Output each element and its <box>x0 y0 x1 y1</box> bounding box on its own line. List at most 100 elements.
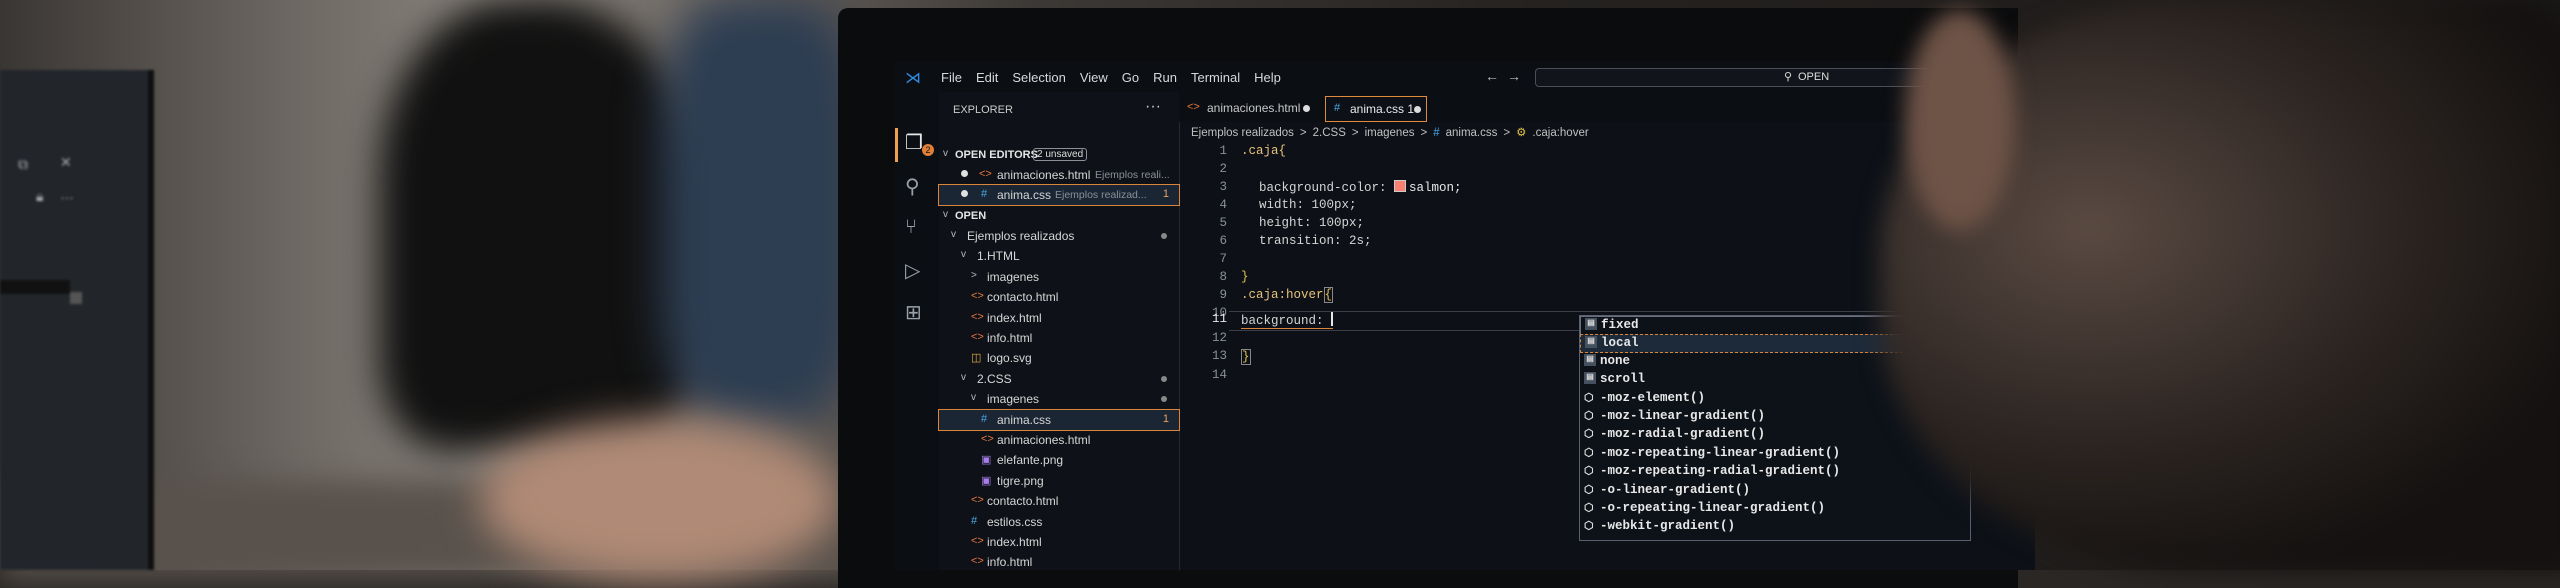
menu-terminal[interactable]: Terminal <box>1191 70 1240 85</box>
code-line: height: 100px; <box>1259 216 1365 230</box>
suggestion-item[interactable]: ⬡ -moz-repeating-linear-gradient() <box>1580 445 1968 462</box>
file-item[interactable]: ▣ tigre.png <box>939 471 1179 491</box>
unsaved-dot-icon[interactable] <box>1414 106 1421 113</box>
line-number: 14 <box>1211 367 1227 382</box>
function-icon: ⬡ <box>1584 411 1594 423</box>
breadcrumb-item[interactable]: anima.css <box>1446 127 1498 139</box>
source-control-icon[interactable]: ⑂ <box>905 216 917 239</box>
problem-count: 1 <box>1162 188 1169 200</box>
folder-item[interactable]: v 1.HTML <box>939 246 1179 266</box>
open-editor-path: Ejemplos reali... <box>1095 169 1170 181</box>
suggestion-label: -moz-repeating-radial-gradient() <box>1600 464 1841 479</box>
more-actions-icon[interactable]: ··· <box>1145 98 1161 116</box>
breadcrumb-item[interactable]: Ejemplos realizados <box>1191 127 1294 139</box>
back-arrow-icon[interactable]: ← <box>1485 68 1507 84</box>
line-number: 8 <box>1219 270 1227 284</box>
secondary-monitor: ⧉ ✕ 🔒︎ … <box>0 70 154 570</box>
suggestion-item[interactable]: ⬡ -webkit-gradient() <box>1580 518 1968 535</box>
menu-view[interactable]: View <box>1080 70 1108 85</box>
vscode-logo-icon: ⋊ <box>905 70 921 87</box>
file-item[interactable]: <> info.html <box>939 328 1179 348</box>
forward-arrow-icon[interactable]: → <box>1507 68 1529 84</box>
file-item[interactable]: <> index.html <box>939 532 1179 552</box>
file-item[interactable]: ▣ elefante.png <box>939 450 1179 470</box>
tab-anima-css[interactable]: # anima.css 1 <box>1325 96 1427 122</box>
unsaved-dot-icon <box>961 190 968 197</box>
line-number: 3 <box>1219 180 1227 194</box>
code-line: background-color: salmon; <box>1259 180 1462 195</box>
breadcrumb-item[interactable]: .caja:hover <box>1532 127 1588 139</box>
explorer-files-icon[interactable]: ❐ <box>905 130 923 155</box>
suggestion-label: scroll <box>1600 372 1646 387</box>
more-icon: … <box>60 186 74 202</box>
folder-item[interactable]: v 2.CSS <box>939 369 1179 389</box>
css-file-icon: # <box>971 514 978 527</box>
suggestion-label: -o-repeating-linear-gradient() <box>1600 501 1826 515</box>
selector-symbol-icon: ⚙ <box>1516 127 1527 139</box>
tab-animaciones-html[interactable]: <> animaciones.html <box>1179 96 1321 120</box>
secondary-square <box>70 292 82 304</box>
open-editor-item[interactable]: <> animaciones.html Ejemplos reali... <box>939 165 1179 185</box>
menu-help[interactable]: Help <box>1254 70 1281 85</box>
folder-item[interactable]: v Ejemplos realizados <box>939 226 1179 246</box>
code-line: } <box>1241 349 1251 365</box>
suggestion-item[interactable]: ⬡ -moz-repeating-radial-gradient() <box>1580 463 1968 480</box>
menu-run[interactable]: Run <box>1153 70 1177 85</box>
function-icon: ⬡ <box>1584 503 1594 515</box>
chevron-down-icon[interactable]: v <box>943 148 948 159</box>
file-item[interactable]: <> animaciones.html <box>939 430 1179 450</box>
problem-count: 1 <box>1162 412 1169 425</box>
folder-item[interactable]: > imagenes <box>939 267 1179 287</box>
tree-item-label: tigre.png <box>997 473 1044 488</box>
function-icon: ⬡ <box>1584 484 1594 497</box>
breadcrumb-separator: > <box>1351 127 1359 139</box>
color-swatch[interactable] <box>1394 180 1407 192</box>
file-item[interactable]: <> contacto.html <box>939 287 1179 307</box>
keyword-icon: ▤ <box>1584 372 1596 385</box>
tree-item-label: imagenes <box>987 392 1040 407</box>
css-file-icon: # <box>1433 127 1440 139</box>
file-item[interactable]: <> contacto.html <box>939 491 1179 511</box>
suggestion-item[interactable]: ⬡ -o-linear-gradient() <box>1580 482 1968 499</box>
line-number: 2 <box>1219 162 1227 176</box>
menu-edit[interactable]: Edit <box>976 70 998 85</box>
open-folder-header[interactable]: OPEN <box>955 210 986 222</box>
chevron-down-icon: v <box>971 392 976 404</box>
suggestion-item[interactable]: ⬡ -moz-radial-gradient() <box>1580 426 1968 443</box>
svg-file-icon: ◫ <box>971 352 982 365</box>
unsaved-dot-icon[interactable] <box>1303 105 1310 112</box>
breadcrumb-item[interactable]: imagenes <box>1365 127 1415 139</box>
search-icon: ⚲ <box>1784 71 1793 83</box>
open-editor-name: anima.css <box>997 188 1052 202</box>
file-item[interactable]: # estilos.css <box>939 512 1179 532</box>
html-file-icon: <> <box>979 168 992 180</box>
line-number: 4 <box>1219 198 1227 212</box>
menu-go[interactable]: Go <box>1122 70 1139 85</box>
suggestion-label: -moz-linear-gradient() <box>1600 409 1766 423</box>
menu-selection[interactable]: Selection <box>1012 70 1065 85</box>
breadcrumb-separator: > <box>1503 127 1511 139</box>
keyword-icon: ▤ <box>1585 336 1597 349</box>
file-item[interactable]: ◫ logo.svg <box>939 348 1179 368</box>
text-cursor <box>1331 312 1334 326</box>
open-editors-header[interactable]: OPEN EDITORS <box>955 149 1038 161</box>
folder-item[interactable]: v imagenes <box>939 389 1179 409</box>
search-view-icon[interactable]: ⚲ <box>905 174 920 199</box>
suggestion-label: -o-linear-gradient() <box>1600 482 1751 497</box>
menu-file[interactable]: File <box>941 70 962 85</box>
chevron-down-icon: v <box>961 371 966 383</box>
breadcrumb-item[interactable]: 2.CSS <box>1313 127 1346 139</box>
suggestion-item[interactable]: ⬡ -o-repeating-linear-gradient() <box>1580 500 1968 517</box>
run-debug-icon[interactable]: ▷ <box>905 258 920 283</box>
file-item[interactable]: <> index.html <box>939 308 1179 328</box>
open-editor-item[interactable]: # anima.css Ejemplos realizad... 1 <box>938 184 1180 206</box>
file-item[interactable]: <> info.html <box>939 552 1179 570</box>
line-number: 6 <box>1219 234 1227 248</box>
file-item[interactable]: # anima.css 1 <box>938 408 1180 431</box>
extensions-icon[interactable]: ⊞ <box>905 300 922 325</box>
menu-bar: File Edit Selection View Go Run Terminal… <box>941 70 1281 85</box>
close-icon: ✕ <box>60 154 72 170</box>
chevron-down-icon[interactable]: v <box>943 209 948 220</box>
line-number: 12 <box>1211 330 1227 345</box>
background-person-shirt <box>660 0 860 420</box>
